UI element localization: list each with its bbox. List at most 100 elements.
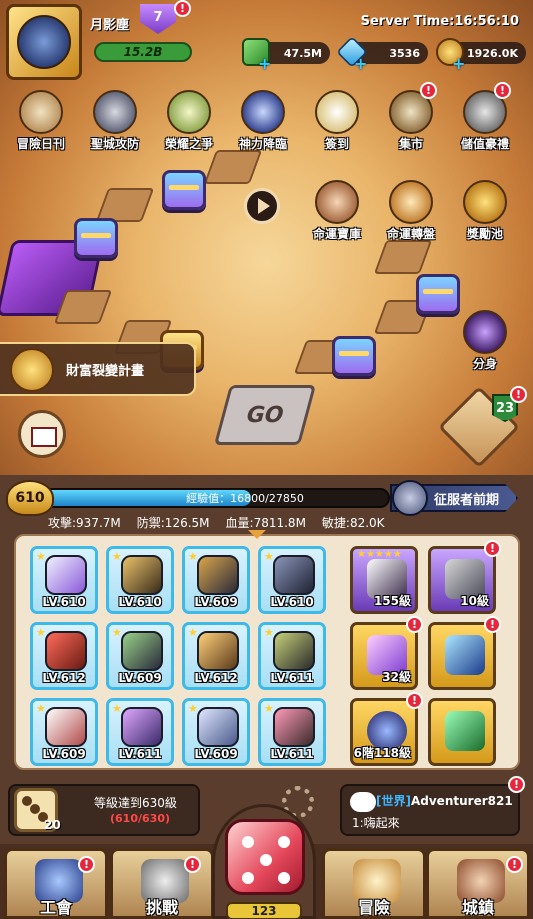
notification-badge: !: [508, 776, 525, 793]
star-icon: ★: [188, 626, 198, 639]
treasure-chest-icon[interactable]: [332, 336, 376, 376]
menu-label: 命運轉盤: [386, 227, 435, 241]
equip-level: LV.610: [118, 595, 162, 609]
equip-level: LV.609: [42, 747, 86, 761]
menu-divine-descent[interactable]: 神力降臨: [228, 90, 298, 152]
xp-bar: 經驗值：16800/27850: [40, 488, 390, 508]
equip-level: LV.610: [270, 595, 314, 609]
menu-fate-vault[interactable]: 命運寶庫: [302, 180, 372, 242]
pet-slot[interactable]: ★★★★★ 155級: [350, 546, 418, 614]
pauldron-icon: [45, 631, 87, 671]
cube-slot[interactable]: [428, 622, 496, 690]
menu-reward-pool[interactable]: 獎勵池: [450, 180, 520, 242]
menu-sign-in[interactable]: 簽到: [302, 90, 372, 152]
equip-slot-armor[interactable]: ★ LV.609: [182, 546, 250, 614]
dice-icon: [225, 819, 305, 895]
star-icon: ★: [112, 702, 122, 715]
menu-label: 儲值豪禮: [460, 137, 509, 151]
gift-slot[interactable]: [428, 698, 496, 766]
stat-attack: 攻擊:937.7M: [48, 516, 121, 530]
equip-level: LV.611: [270, 747, 314, 761]
equip-slot-belt[interactable]: ★ LV.609: [182, 698, 250, 766]
notification-badge: !: [406, 616, 423, 633]
treasure-chest-icon[interactable]: [162, 170, 206, 210]
bracer-icon: [197, 631, 239, 671]
companion-level: 10級: [460, 594, 489, 608]
coin-counter[interactable]: + 1926.0K: [436, 38, 526, 73]
equip-slot-bracer[interactable]: ★ LV.612: [182, 622, 250, 690]
xp-label: 經驗值：16800/27850: [186, 492, 304, 505]
menu-label: 獎勵池: [466, 227, 503, 241]
dice-pip: [242, 836, 254, 848]
wealth-plan-button[interactable]: 財富裂變計畫: [0, 342, 196, 396]
companion-slot[interactable]: 10級: [428, 546, 496, 614]
star-icon: ★: [264, 702, 274, 715]
coin-value: 1926.0K: [467, 46, 518, 60]
star-icon: ★: [112, 626, 122, 639]
shadow-clone-icon: [463, 310, 507, 354]
nav-adventure[interactable]: 冒險: [322, 848, 426, 919]
cash-counter[interactable]: + 47.5M: [242, 38, 330, 73]
star-icon: ★: [36, 626, 46, 639]
crystal-slot[interactable]: 32級: [350, 622, 418, 690]
star-icon: ★: [264, 550, 274, 563]
equip-slot-ring[interactable]: ★ LV.611: [106, 698, 174, 766]
menu-market[interactable]: 集市: [376, 90, 446, 152]
level-goal-box[interactable]: 20 等級達到630級 (610/630): [8, 784, 200, 836]
menu-label: 聖城攻防: [90, 137, 139, 151]
equip-slot-gloves[interactable]: ★ LV.611: [258, 622, 326, 690]
notification-badge: !: [406, 692, 423, 709]
play-button[interactable]: [244, 188, 280, 224]
menu-label: 簽到: [324, 137, 349, 151]
menu-topup-gifts[interactable]: 儲值豪禮: [450, 90, 520, 152]
stats-row: 攻擊:937.7M 防禦:126.5M 血量:7811.8M 敏捷:82.0K: [48, 514, 385, 531]
menu-adventure-journal[interactable]: 冒險日刊: [6, 90, 76, 152]
goal-progress: (610/630): [110, 812, 170, 825]
axe-icon: [45, 555, 87, 595]
add-icon[interactable]: +: [354, 54, 367, 73]
menu-clone[interactable]: 分身: [450, 310, 520, 372]
dice-pip: [278, 872, 290, 884]
dice-pip: [260, 854, 272, 866]
diamond-value: 3536: [389, 46, 420, 60]
menu-fate-wheel[interactable]: 命運轉盤: [376, 180, 446, 242]
equip-slot-shoulder[interactable]: ★ LV.612: [30, 622, 98, 690]
equip-level: LV.609: [194, 747, 238, 761]
server-time: Server Time:16:56:10: [360, 14, 519, 29]
glove-icon: [45, 707, 87, 747]
mail-icon[interactable]: [18, 410, 66, 458]
equip-level: LV.610: [42, 595, 86, 609]
leg-armor-icon: [273, 555, 315, 595]
god-icon: [241, 90, 285, 134]
menu-glory-battle[interactable]: 榮耀之爭: [154, 90, 224, 152]
gauntlet-icon: [273, 631, 315, 671]
coin-stack-icon: [10, 348, 54, 392]
treasure-chest-icon[interactable]: [74, 218, 118, 258]
stat-defense: 防禦:126.5M: [136, 516, 210, 530]
chat-box[interactable]: [世界]Adventurer821 1:嗨起來: [340, 784, 520, 836]
equip-slot-boots[interactable]: ★ LV.609: [106, 622, 174, 690]
diamond-counter[interactable]: + 3536: [336, 36, 428, 73]
star-icon: ★: [188, 550, 198, 563]
newspaper-icon: [19, 90, 63, 134]
add-icon[interactable]: +: [452, 54, 465, 73]
equip-slot-necklace[interactable]: ★ LV.611: [258, 698, 326, 766]
equip-slot-pants[interactable]: ★ LV.610: [258, 546, 326, 614]
chat-user: Adventurer821: [410, 794, 513, 808]
menu-holy-city-defense[interactable]: 聖城攻防: [80, 90, 150, 152]
add-icon[interactable]: +: [258, 54, 271, 73]
equip-slot-helmet[interactable]: ★ LV.610: [106, 546, 174, 614]
star-icon: ★: [264, 626, 274, 639]
equip-level: LV.612: [194, 671, 238, 685]
merchant-icon: [315, 180, 359, 224]
treasure-chest-icon[interactable]: [416, 274, 460, 314]
avatar[interactable]: [6, 4, 82, 80]
notification-badge: !: [510, 386, 527, 403]
equip-slot-weapon[interactable]: ★ LV.610: [30, 546, 98, 614]
equip-slot-gloves-2[interactable]: ★ LV.609: [30, 698, 98, 766]
star-icon: ★: [36, 702, 46, 715]
star-icon: ★: [112, 550, 122, 563]
rune-slot[interactable]: 6階118級: [350, 698, 418, 766]
necklace-icon: [273, 707, 315, 747]
equip-level: LV.609: [118, 671, 162, 685]
